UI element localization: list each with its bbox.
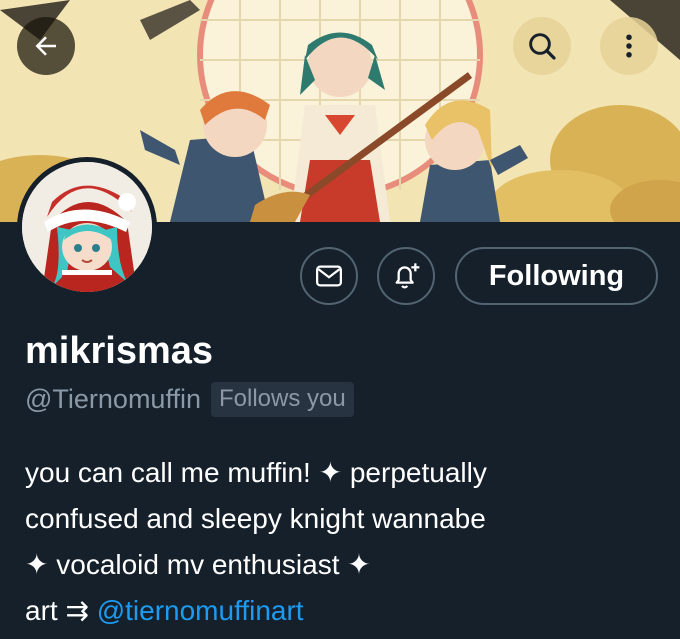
handle-row: @Tiernomuffin Follows you <box>25 382 354 417</box>
username-handle: @Tiernomuffin <box>25 384 201 414</box>
follows-you-badge: Follows you <box>210 382 354 417</box>
bio-line: ✦ vocaloid mv enthusiast ✦ <box>25 549 371 580</box>
back-button[interactable] <box>17 17 75 75</box>
bio-line: you can call me muffin! ✦ perpetually <box>25 457 487 488</box>
bio-line: art ⇉ @tiernomuffinart <box>25 588 665 634</box>
search-icon <box>529 33 556 60</box>
avatar-image <box>22 162 152 292</box>
bell-plus-icon <box>395 263 420 289</box>
profile-page: Following mikrismas @Tiernomuffin Follow… <box>0 0 680 639</box>
arrow-left-icon <box>35 36 56 56</box>
profile-bio: you can call me muffin! ✦ perpetually co… <box>25 450 665 634</box>
following-button[interactable]: Following <box>455 247 658 305</box>
bio-art-prefix: art ⇉ <box>25 595 97 626</box>
search-button[interactable] <box>513 17 571 75</box>
notifications-button[interactable] <box>377 247 435 305</box>
more-options-button[interactable] <box>600 17 658 75</box>
mail-icon <box>316 265 342 287</box>
avatar[interactable] <box>17 157 157 297</box>
more-vertical-icon <box>626 34 632 58</box>
display-name: mikrismas <box>25 330 214 372</box>
art-account-link[interactable]: @tiernomuffinart <box>97 595 304 626</box>
bio-line: confused and sleepy knight wannabe <box>25 503 486 534</box>
avatar-illustration <box>22 162 152 292</box>
message-button[interactable] <box>300 247 358 305</box>
